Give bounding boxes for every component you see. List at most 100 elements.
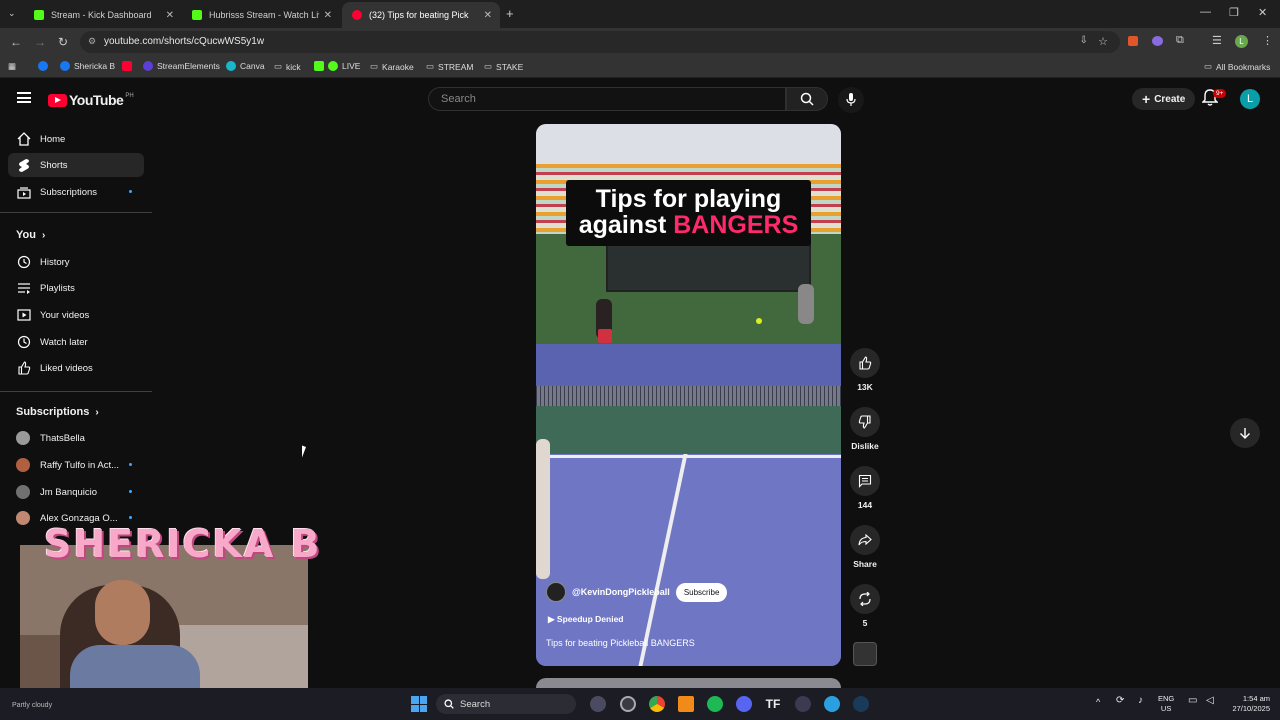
extension-purple-icon[interactable] (1152, 36, 1163, 46)
sidebar-sub-thatsbella[interactable]: ThatsBella (8, 426, 144, 450)
bookmark-canva[interactable]: Canva (226, 61, 265, 71)
app-orange-icon[interactable] (678, 696, 694, 712)
weather-widget[interactable]: Partly cloudy (12, 702, 52, 709)
channel-name[interactable]: @KevinDongPickleball (572, 587, 670, 597)
window-close-icon[interactable]: ✕ (1258, 6, 1267, 19)
reload-icon[interactable]: ↻ (58, 35, 68, 49)
sidebar-item-your-videos[interactable]: Your videos (8, 303, 144, 327)
discord-icon[interactable] (736, 696, 752, 712)
bookmark-stream[interactable]: ▭ STREAM (426, 61, 473, 72)
sidebar-item-playlists[interactable]: Playlists (8, 276, 144, 300)
player-figure (798, 284, 814, 324)
sidebar-item-home[interactable]: Home (8, 127, 144, 151)
reading-list-icon[interactable]: ☰ (1212, 34, 1222, 47)
restore-icon[interactable]: ❐ (1229, 6, 1239, 19)
site-info-icon[interactable]: ⚙ (88, 36, 96, 47)
tab-youtube-short[interactable]: (32) Tips for beating Pickleb ✕ (342, 2, 500, 28)
clock[interactable]: 1:54 am 27/10/2025 (1224, 694, 1270, 714)
search-button[interactable] (786, 87, 828, 111)
browser-menu-icon[interactable]: ⋮ (1262, 34, 1273, 47)
short-video-player[interactable]: Tips for playing against BANGERS @KevinD… (536, 124, 841, 666)
notification-badge: 9+ (1213, 89, 1227, 98)
next-short-button[interactable] (1230, 418, 1260, 448)
sidebar-item-liked-videos[interactable]: Liked videos (8, 356, 144, 380)
sidebar-item-subscriptions[interactable]: Subscriptions (8, 180, 144, 204)
sidebar-subscriptions-heading[interactable]: Subscriptions › (16, 406, 99, 418)
display-icon[interactable]: ▭ (1188, 696, 1197, 706)
telegram-icon[interactable] (824, 696, 840, 712)
tiktok-studio-icon[interactable]: TF (765, 696, 781, 712)
tab-hubrisss-stream[interactable]: Hubrisss Stream - Watch Live o ✕ (182, 2, 340, 28)
search-input[interactable] (429, 88, 785, 110)
close-tab-icon[interactable]: ✕ (324, 10, 332, 21)
folder-icon: ▭ (370, 61, 379, 71)
sidebar-sub-jm-banquicio[interactable]: Jm Banquicio (8, 480, 144, 504)
install-icon[interactable]: ⇩ (1080, 35, 1088, 46)
profile-avatar[interactable]: L (1235, 35, 1248, 48)
bookmark-star-icon[interactable]: ☆ (1098, 35, 1108, 48)
bookmark-live[interactable]: LIVE (314, 61, 360, 71)
playlists-icon (8, 282, 40, 294)
dislike-label: Dislike (851, 441, 879, 451)
sidebar-you-heading[interactable]: You › (16, 229, 45, 241)
tray-expand-icon[interactable]: ^ (1096, 697, 1100, 707)
back-icon[interactable]: ← (10, 35, 22, 49)
windows-start-icon[interactable] (411, 696, 427, 712)
bookmark-stake[interactable]: ▭ STAKE (484, 61, 523, 72)
tab-search-icon[interactable]: ⌄ (8, 8, 16, 19)
extensions-puzzle-icon[interactable]: ⧉ (1176, 34, 1184, 47)
youtube-bookmark-icon[interactable] (122, 61, 136, 71)
video-caption[interactable]: Tips for beating Pickleball BANGERS (546, 638, 695, 648)
taskbar-search[interactable]: Search (436, 694, 576, 714)
forward-icon[interactable]: → (34, 35, 46, 49)
language-indicator[interactable]: ENG US (1158, 694, 1174, 714)
sidebar-item-shorts[interactable]: Shorts (8, 153, 144, 177)
close-tab-icon[interactable]: ✕ (166, 10, 174, 21)
remix-button[interactable]: 5 (849, 584, 881, 628)
bookmark-kick[interactable]: ▭ kick (274, 61, 301, 72)
youtube-logo[interactable]: YouTube PH (48, 92, 134, 108)
apps-grid-icon[interactable]: ▦ (8, 61, 16, 72)
bookmarks-bar: ▦ Shericka B StreamElements Canva ▭ kick … (0, 56, 1280, 78)
new-tab-icon[interactable]: + (506, 6, 514, 21)
facebook-bookmark-icon[interactable] (38, 61, 52, 71)
music-link[interactable]: ▶ Speedup Denied (548, 614, 624, 625)
subscribe-button[interactable]: Subscribe (675, 582, 728, 602)
task-view-icon[interactable] (590, 696, 606, 712)
voice-search-button[interactable] (838, 87, 864, 113)
create-button[interactable]: + Create (1132, 88, 1196, 110)
bookmark-shericka[interactable]: Shericka B (60, 61, 115, 71)
like-button[interactable]: 13K (849, 348, 881, 392)
bookmark-streamelements[interactable]: StreamElements (143, 61, 220, 71)
sidebar-item-watch-later[interactable]: Watch later (8, 330, 144, 354)
volume-icon[interactable]: ◁ (1206, 696, 1214, 706)
minimize-icon[interactable]: — (1200, 6, 1211, 18)
channel-avatar[interactable] (546, 582, 566, 602)
tab-kick-dashboard[interactable]: Stream - Kick Dashboard ✕ (24, 2, 182, 28)
obs-icon[interactable] (620, 696, 636, 712)
app-generic-icon[interactable] (795, 696, 811, 712)
sidebar-item-history[interactable]: History (8, 250, 144, 274)
menu-icon[interactable] (17, 92, 31, 103)
streamelements-icon (143, 61, 153, 71)
steam-icon[interactable] (853, 696, 869, 712)
sidebar-sub-raffy-tulfo[interactable]: Raffy Tulfo in Act... (8, 453, 144, 477)
close-tab-icon[interactable]: ✕ (484, 10, 492, 21)
bookmark-karaoke[interactable]: ▭ Karaoke (370, 61, 414, 72)
all-bookmarks[interactable]: ▭ All Bookmarks (1204, 61, 1270, 72)
share-button[interactable]: Share (849, 525, 881, 569)
dislike-button[interactable]: Dislike (849, 407, 881, 451)
new-content-dot (129, 463, 132, 466)
video-title-card: Tips for playing against BANGERS (566, 180, 811, 246)
tray-app-icon[interactable]: ⟳ (1116, 696, 1124, 706)
microphone-tray-icon[interactable]: ♪ (1138, 696, 1143, 706)
player-figure (536, 439, 550, 579)
chrome-icon[interactable] (649, 696, 665, 712)
spotify-icon[interactable] (707, 696, 723, 712)
extension-fox-icon[interactable] (1128, 36, 1138, 46)
account-avatar[interactable]: L (1240, 89, 1260, 109)
sound-thumbnail[interactable] (849, 642, 881, 666)
microphone-icon (846, 93, 856, 106)
comments-button[interactable]: 144 (849, 466, 881, 510)
url-field[interactable]: ⚙ youtube.com/shorts/cQucwWS5y1w ⇩ ☆ (80, 31, 1120, 53)
